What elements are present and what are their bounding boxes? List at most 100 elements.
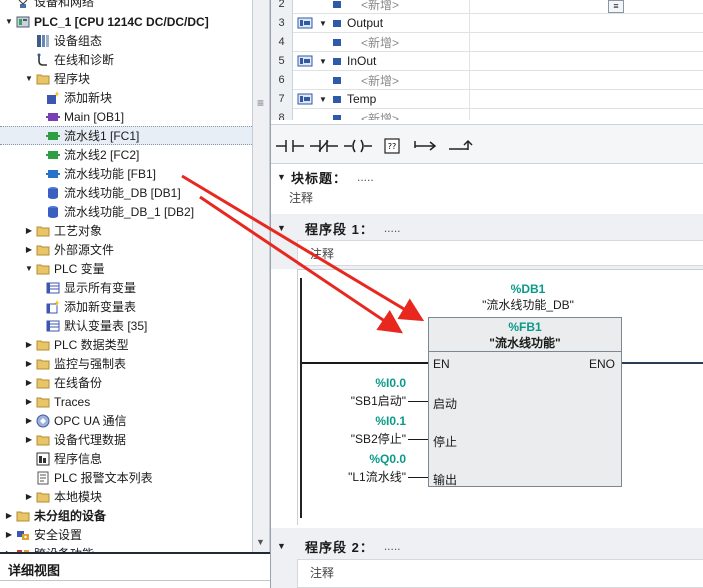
detail-view-bar[interactable]: 详细视图 (0, 552, 270, 588)
collapse-arrow-icon[interactable]: ▼ (317, 95, 329, 104)
network2-title-value[interactable]: ..... (384, 539, 401, 553)
tree-item[interactable]: ▼ PLC_1 [CPU 1214C DC/DC/DC] (0, 12, 252, 31)
collapse-arrow-icon[interactable]: ▼ (277, 223, 291, 233)
empty-box-button[interactable]: ?? (377, 135, 407, 157)
collapsed-arrow-icon[interactable]: ▶ (24, 397, 34, 406)
interface-row[interactable]: 8 <新增> (271, 108, 703, 121)
collapse-arrow-icon[interactable]: ▼ (317, 57, 329, 66)
tree-item[interactable]: ▶ 设备代理数据 (0, 430, 252, 449)
network1-title-value[interactable]: ..... (384, 221, 401, 235)
operand-address[interactable]: %Q0.0 (318, 452, 406, 466)
tree-item[interactable]: 流水线功能 [FB1] (0, 164, 252, 183)
tree-item[interactable]: ▼ PLC 变量 (0, 259, 252, 278)
nc-contact-button[interactable] (309, 135, 339, 157)
add-new-row-placeholder[interactable]: <新增> (361, 72, 399, 89)
tree-item[interactable]: ▶ 外部源文件 (0, 240, 252, 259)
network2-comment-box[interactable]: 注释 (297, 559, 703, 588)
tree-item[interactable]: ▶ 工艺对象 (0, 221, 252, 240)
block-title-bar[interactable]: ▼ 块标题： ..... (271, 167, 703, 187)
tree-item[interactable]: ▶ PLC 数据类型 (0, 335, 252, 354)
collapsed-arrow-icon[interactable]: ▶ (24, 378, 34, 387)
interface-section-name[interactable]: InOut (347, 54, 376, 68)
tree-item[interactable]: 设备和网络 (0, 0, 252, 11)
network2-title-bar[interactable]: ▼ 程序段 2： ..... (271, 536, 703, 556)
block-title-value[interactable]: ..... (357, 170, 374, 184)
tree-item[interactable]: ▶ 本地模块 (0, 487, 252, 506)
fb-call-box[interactable]: %FB1 "流水线功能" EN ENO 启动 停止 输出 (428, 317, 622, 487)
tree-item[interactable]: 流水线2 [FC2] (0, 145, 252, 164)
operand-name[interactable]: "L1流水线" (318, 468, 406, 485)
collapsed-arrow-icon[interactable]: ▶ (24, 416, 34, 425)
interface-row[interactable]: 6 <新增> (271, 70, 703, 90)
chevron-down-icon[interactable]: ▼ (256, 537, 265, 547)
tree-item[interactable]: 默认变量表 [35] (0, 316, 252, 335)
tree-item[interactable]: 在线和诊断 (0, 50, 252, 69)
interface-row[interactable]: 2 <新增> (271, 0, 703, 14)
network1-title-bar[interactable]: ▼ 程序段 1： ..... (271, 218, 703, 238)
tree-item[interactable]: ▶ Traces (0, 392, 252, 411)
tree-item[interactable]: 流水线1 [FC1] (0, 126, 252, 145)
tree-item[interactable]: ▼ 程序块 (0, 69, 252, 88)
collapse-arrow-icon[interactable]: ▼ (317, 19, 329, 28)
collapsed-arrow-icon[interactable]: ▶ (4, 511, 14, 520)
tree-item[interactable]: ▶ 安全设置 (0, 525, 252, 544)
collapsed-arrow-icon[interactable]: ▶ (24, 340, 34, 349)
splitter-grip-icon[interactable]: ≡ (257, 96, 264, 110)
instance-db-address[interactable]: %DB1 (458, 282, 598, 296)
tree-item[interactable]: 显示所有变量 (0, 278, 252, 297)
interface-row[interactable]: 7 ▼ Temp (271, 89, 703, 109)
expanded-arrow-icon[interactable]: ▼ (24, 74, 34, 83)
operand-name[interactable]: "SB2停止" (318, 430, 406, 447)
expanded-arrow-icon[interactable]: ▼ (24, 264, 34, 273)
tree-item[interactable]: 流水线功能_DB [DB1] (0, 183, 252, 202)
collapsed-arrow-icon[interactable]: ▶ (24, 492, 34, 501)
collapse-arrow-icon[interactable]: ▼ (277, 541, 291, 551)
collapsed-arrow-icon[interactable]: ▶ (24, 226, 34, 235)
network1-comment[interactable]: 注释 (310, 245, 334, 262)
operand-address[interactable]: %I0.1 (318, 414, 406, 428)
collapsed-arrow-icon[interactable]: ▶ (24, 435, 34, 444)
network1-ladder[interactable]: %DB1 "流水线功能_DB" %FB1 "流水线功能" EN ENO 启动 停… (297, 269, 703, 525)
interface-row[interactable]: 4 <新增> (271, 32, 703, 52)
tree-item[interactable]: PLC 报警文本列表 (0, 468, 252, 487)
collapsed-arrow-icon[interactable]: ▶ (24, 359, 34, 368)
add-new-row-placeholder[interactable]: <新增> (361, 110, 399, 121)
close-branch-button[interactable] (445, 135, 475, 157)
tree-item[interactable]: 程序信息 (0, 449, 252, 468)
interface-row[interactable]: 5 ▼ InOut (271, 51, 703, 71)
collapsed-arrow-icon[interactable]: ▶ (24, 245, 34, 254)
coil-icon (344, 139, 372, 153)
add-new-row-placeholder[interactable]: <新增> (361, 34, 399, 51)
fb-address[interactable]: %FB1 (429, 320, 621, 334)
interface-section-name[interactable]: Temp (347, 92, 376, 106)
tree-item[interactable]: Main [OB1] (0, 107, 252, 126)
operand-name[interactable]: "SB1启动" (318, 392, 406, 409)
tree-item[interactable]: 添加新变量表 (0, 297, 252, 316)
open-branch-button[interactable] (411, 135, 441, 157)
folder-icon (16, 509, 30, 523)
tree-item[interactable]: 设备组态 (0, 31, 252, 50)
tree-item[interactable]: ▶ 监控与强制表 (0, 354, 252, 373)
collapsed-arrow-icon[interactable]: ▶ (4, 530, 14, 539)
tree-item[interactable]: ▶跨设备功能 (0, 544, 252, 552)
network1-comment-box[interactable]: 注释 (297, 240, 703, 266)
add-new-row-placeholder[interactable]: <新增> (361, 0, 399, 13)
fb-name[interactable]: "流水线功能" (429, 334, 621, 351)
network2-comment[interactable]: 注释 (310, 564, 334, 581)
coil-button[interactable] (343, 135, 373, 157)
collapse-arrow-icon[interactable]: ▼ (277, 172, 291, 182)
tree-item[interactable]: ▶ 在线备份 (0, 373, 252, 392)
tree-item[interactable]: 流水线功能_DB_1 [DB2] (0, 202, 252, 221)
operand-address[interactable]: %I0.0 (318, 376, 406, 390)
interface-row[interactable]: 3 ▼ Output (271, 13, 703, 33)
interface-section-name[interactable]: Output (347, 16, 383, 30)
no-contact-button[interactable] (275, 135, 305, 157)
tree-item[interactable]: ▶ 未分组的设备 (0, 506, 252, 525)
tree-item[interactable]: 添加新块 (0, 88, 252, 107)
tree-splitter[interactable]: ≡ (252, 0, 270, 552)
block-comment[interactable]: 注释 (289, 189, 313, 206)
tree-item[interactable]: ▶ OPC UA 通信 (0, 411, 252, 430)
instance-db-name[interactable]: "流水线功能_DB" (448, 296, 608, 313)
tree-scroll-down[interactable]: ▼ (252, 535, 270, 552)
expanded-arrow-icon[interactable]: ▼ (4, 17, 14, 26)
